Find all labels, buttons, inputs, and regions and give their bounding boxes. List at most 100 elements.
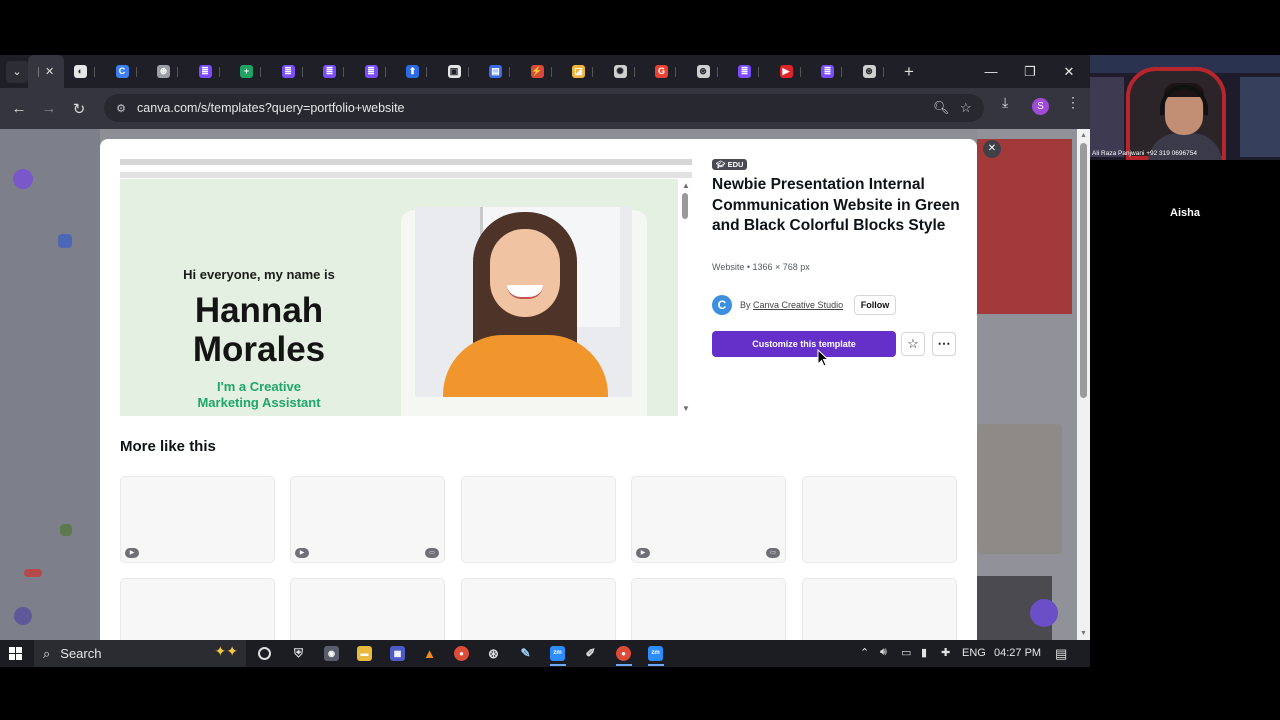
preview-scrollbar[interactable]: ▲ ▼ xyxy=(678,179,692,416)
notifications-icon[interactable]: ▤ xyxy=(1055,646,1067,662)
creator-link[interactable]: Canva Creative Studio xyxy=(753,300,843,310)
multi-page-icon: ▭ xyxy=(766,548,780,558)
camera-app-icon[interactable]: ◉ xyxy=(324,646,339,661)
close-tab-icon[interactable]: ✕ xyxy=(45,65,54,78)
tab-separator xyxy=(38,66,39,77)
site-info-icon[interactable]: ⚙ xyxy=(114,101,128,115)
related-template-card[interactable]: ▶ ▭ xyxy=(290,476,445,563)
browser-tab[interactable]: ⊛ xyxy=(147,55,189,88)
scroll-up-icon[interactable]: ▲ xyxy=(682,181,690,190)
browser-tab[interactable]: ≣ xyxy=(313,55,355,88)
modal-close-button[interactable]: ✕ xyxy=(983,140,1001,158)
related-template-card[interactable] xyxy=(631,578,786,640)
browser-tab[interactable]: G xyxy=(645,55,687,88)
related-template-card[interactable] xyxy=(120,578,275,640)
tab-favicon-icon: ▣ xyxy=(447,65,461,78)
browser-tab[interactable]: ▶ xyxy=(770,55,812,88)
browser-tab[interactable]: ▣ xyxy=(438,55,480,88)
creator-prefix: By xyxy=(740,300,751,310)
notepad-icon[interactable]: ✎ xyxy=(518,646,533,661)
scroll-down-icon[interactable]: ▼ xyxy=(1080,630,1087,637)
menu-kebab-icon[interactable]: ⋮ xyxy=(1066,94,1080,111)
file-explorer-icon[interactable]: ▬ xyxy=(357,646,372,661)
vlc-icon[interactable]: ▲ xyxy=(422,646,437,661)
browser-tab[interactable]: ≣ xyxy=(811,55,853,88)
more-options-icon[interactable]: ⋯ xyxy=(932,332,956,356)
tab-separator xyxy=(550,66,552,77)
creator-logo-icon[interactable]: C xyxy=(712,295,732,315)
app-icon[interactable]: ▦ xyxy=(390,646,405,661)
photo-face xyxy=(490,229,560,317)
battery-icon[interactable]: ▮ xyxy=(921,646,927,659)
related-template-card[interactable]: ▶ xyxy=(120,476,275,563)
browser-tab[interactable]: ⊛ xyxy=(853,55,895,88)
more-like-this-heading: More like this xyxy=(120,438,216,455)
taskbar-clock[interactable]: 04:27 PM xyxy=(994,647,1041,659)
openai-icon[interactable]: ⊛ xyxy=(486,646,501,661)
browser-tab[interactable]: + xyxy=(230,55,272,88)
page-scrollbar[interactable]: ▲ ▼ xyxy=(1077,129,1090,640)
background-red-card xyxy=(977,139,1072,314)
back-button[interactable]: ← xyxy=(4,94,34,124)
related-template-card[interactable] xyxy=(802,476,957,563)
cortana-icon[interactable] xyxy=(258,647,271,660)
paint-icon[interactable]: ✐ xyxy=(583,646,598,661)
browser-tab[interactable]: ⬆ xyxy=(396,55,438,88)
forward-button[interactable]: → xyxy=(34,94,64,124)
volume-icon[interactable]: 🔊︎ xyxy=(880,646,887,659)
related-template-card[interactable] xyxy=(461,476,616,563)
browser-tab[interactable]: ≣ xyxy=(272,55,314,88)
browser-tab[interactable]: ⚡ xyxy=(521,55,563,88)
browser-tab[interactable]: ≣ xyxy=(189,55,231,88)
reload-button[interactable]: ↻ xyxy=(64,94,94,124)
page-scroll-thumb[interactable] xyxy=(1080,143,1087,398)
tray-app-icon[interactable]: ✚ xyxy=(941,646,950,659)
taskbar-search[interactable]: ⌕ Search ✦✦ xyxy=(34,640,246,667)
background-avatar xyxy=(14,607,32,625)
browser-tab[interactable]: ▤ xyxy=(479,55,521,88)
browser-tab[interactable]: ≣ xyxy=(728,55,770,88)
tray-overflow-icon[interactable]: ⌃ xyxy=(860,646,869,659)
bookmark-star-icon[interactable]: ☆ xyxy=(960,100,972,116)
template-preview[interactable]: Hi everyone, my name is Hannah Morales I… xyxy=(120,159,692,416)
favorite-star-icon[interactable]: ☆ xyxy=(901,332,925,356)
active-tab[interactable]: ✕ xyxy=(28,55,64,88)
url-text[interactable]: canva.com/s/templates?query=portfolio+we… xyxy=(137,101,405,115)
security-shield-icon[interactable]: ⛨ xyxy=(291,646,306,661)
chrome-icon[interactable]: ● xyxy=(454,646,469,661)
preview-role-line1: I'm a Creative xyxy=(216,379,302,394)
follow-button[interactable]: Follow xyxy=(854,295,896,315)
browser-tab[interactable]: C xyxy=(106,55,148,88)
tab-search-button[interactable]: ⌄ xyxy=(6,60,28,83)
browser-tab[interactable]: ≣ xyxy=(355,55,397,88)
background-icon xyxy=(58,234,72,248)
windows-start-icon[interactable] xyxy=(9,647,22,660)
scroll-down-icon[interactable]: ▼ xyxy=(682,404,690,413)
scroll-up-icon[interactable]: ▲ xyxy=(1080,132,1087,139)
browser-tab[interactable]: ✺ xyxy=(604,55,646,88)
customize-template-button[interactable]: Customize this template xyxy=(712,331,896,357)
language-indicator[interactable]: ENG xyxy=(962,647,986,659)
zoom-app-icon[interactable]: zm xyxy=(550,646,565,661)
related-template-card[interactable]: ▶ ▭ xyxy=(631,476,786,563)
profile-avatar[interactable]: S xyxy=(1032,98,1049,115)
preview-scroll-thumb[interactable] xyxy=(682,193,688,219)
browser-tab[interactable]: ◐ xyxy=(64,55,106,88)
chrome-active-icon[interactable]: ● xyxy=(616,646,631,661)
address-bar[interactable]: ⚙ canva.com/s/templates?query=portfolio+… xyxy=(104,94,984,122)
related-template-card[interactable] xyxy=(461,578,616,640)
zoom-icon[interactable]: 🔍︎ xyxy=(933,100,950,116)
restore-button[interactable]: ❐ xyxy=(1011,55,1049,88)
browser-tab[interactable]: ◪ xyxy=(562,55,604,88)
zoom-meeting-icon[interactable]: zm xyxy=(648,646,663,661)
tab-separator xyxy=(384,66,386,77)
close-window-button[interactable]: ✕ xyxy=(1050,55,1088,88)
network-icon[interactable]: ▭ xyxy=(901,646,911,659)
minimize-button[interactable]: — xyxy=(972,55,1010,88)
tab-favicon-icon: ⊛ xyxy=(696,65,710,78)
related-template-card[interactable] xyxy=(802,578,957,640)
related-template-card[interactable] xyxy=(290,578,445,640)
download-icon[interactable]: ⤓ xyxy=(1002,94,1008,111)
new-tab-button[interactable]: + xyxy=(904,62,914,82)
browser-tab[interactable]: ⊛ xyxy=(687,55,729,88)
